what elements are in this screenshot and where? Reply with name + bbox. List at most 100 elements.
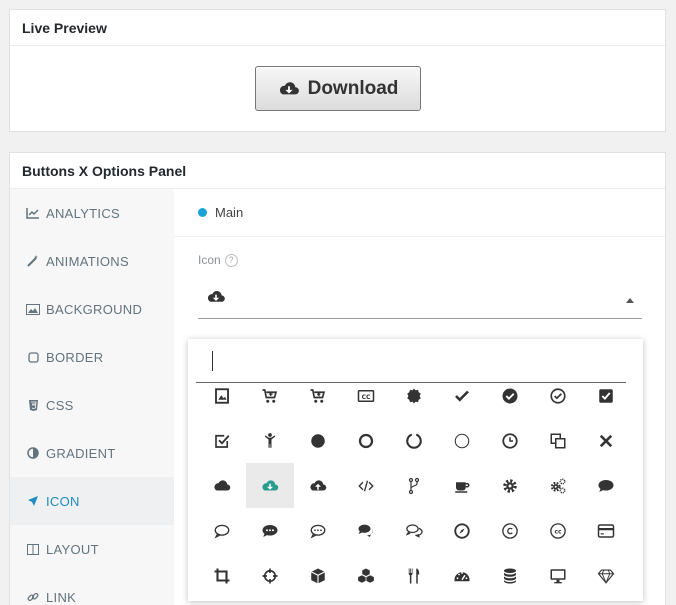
circle-thin-icon [454, 433, 470, 448]
commenting-icon [262, 524, 278, 537]
sidebar-item-layout[interactable]: LAYOUT [10, 525, 174, 573]
circle-outline-icon [358, 433, 374, 448]
icon-option[interactable]: cc [534, 508, 582, 553]
chart-icon [26, 206, 40, 220]
cart-arrow-icon [310, 388, 326, 403]
icon-option[interactable] [390, 463, 438, 508]
icon-option[interactable] [294, 508, 342, 553]
certificate-icon [407, 388, 421, 403]
circle-notch-icon [406, 433, 422, 449]
creative-commons-icon: cc [550, 522, 566, 539]
icon-option[interactable]: CC [342, 373, 390, 418]
icon-option[interactable] [198, 553, 246, 598]
sidebar-item-border[interactable]: BORDER [10, 333, 174, 381]
icon-option[interactable] [582, 553, 630, 598]
check-square-outline-icon [215, 434, 230, 448]
sidebar-item-background[interactable]: BACKGROUND [10, 285, 174, 333]
icon-option[interactable] [246, 553, 294, 598]
icon-option[interactable] [582, 508, 630, 553]
icon-option[interactable] [486, 418, 534, 463]
diamond-icon [597, 568, 615, 584]
sidebar-item-icon[interactable]: ICON [10, 477, 174, 525]
icon-option[interactable] [438, 463, 486, 508]
icon-option[interactable] [582, 373, 630, 418]
icon-option[interactable] [198, 508, 246, 553]
icon-option[interactable] [342, 463, 390, 508]
cloud-download-icon [279, 81, 299, 94]
icon-option[interactable] [486, 373, 534, 418]
icon-option[interactable] [582, 418, 630, 463]
icon-select[interactable] [198, 279, 642, 319]
icon-option[interactable] [390, 418, 438, 463]
icon-option[interactable] [198, 373, 246, 418]
sidebar-item-css[interactable]: CSS [10, 381, 174, 429]
cutlery-icon [408, 568, 420, 583]
icon-option[interactable] [390, 508, 438, 553]
cube-icon [310, 568, 326, 583]
panel-title: Live Preview [10, 10, 665, 46]
sidebar-item-label: ICON [46, 493, 80, 509]
icon-option[interactable] [294, 463, 342, 508]
caret-up-icon [626, 298, 634, 303]
tab-main[interactable]: Main [174, 189, 665, 237]
icon-option[interactable] [246, 418, 294, 463]
icon-option[interactable] [390, 373, 438, 418]
check-square-icon [599, 388, 613, 403]
svg-text:CC: CC [362, 394, 371, 401]
live-preview-panel: Live Preview Download [9, 9, 666, 132]
icon-option[interactable] [486, 508, 534, 553]
icon-option[interactable] [342, 508, 390, 553]
rocket-icon [26, 494, 40, 508]
icon-option[interactable] [438, 553, 486, 598]
sidebar-item-label: ANIMATIONS [46, 253, 129, 269]
icon-option[interactable] [534, 418, 582, 463]
sidebar-item-label: LINK [46, 589, 77, 605]
check-circle-icon [502, 388, 518, 403]
sidebar-item-animations[interactable]: ANIMATIONS [10, 237, 174, 285]
sidebar-item-gradient[interactable]: GRADIENT [10, 429, 174, 477]
icon-option[interactable] [438, 418, 486, 463]
sidebar-item-link[interactable]: LINK [10, 573, 174, 605]
sidebar-item-label: LAYOUT [46, 541, 99, 557]
check-icon [455, 390, 469, 402]
image-frame-icon [215, 387, 229, 404]
icon-option[interactable] [294, 553, 342, 598]
icon-option[interactable] [582, 463, 630, 508]
icon-option[interactable] [486, 463, 534, 508]
icon-option[interactable] [534, 373, 582, 418]
icon-option[interactable] [486, 553, 534, 598]
icon-option[interactable] [390, 553, 438, 598]
comments-outline-icon [405, 523, 423, 538]
icon-option[interactable] [294, 418, 342, 463]
icon-option[interactable] [342, 553, 390, 598]
svg-text:cc: cc [554, 528, 562, 535]
icon-option[interactable] [198, 463, 246, 508]
magic-wand-icon [26, 254, 40, 268]
icon-option[interactable] [246, 463, 294, 508]
icon-option[interactable] [534, 553, 582, 598]
child-icon [264, 432, 276, 448]
credit-card-icon [597, 523, 615, 538]
icon-option[interactable] [438, 373, 486, 418]
icon-option[interactable] [438, 508, 486, 553]
square-icon [26, 350, 40, 364]
coffee-icon [455, 481, 470, 493]
icon-option[interactable] [534, 463, 582, 508]
download-button[interactable]: Download [255, 66, 421, 111]
icon-option[interactable] [246, 373, 294, 418]
icon-option[interactable] [342, 418, 390, 463]
icon-option[interactable] [294, 373, 342, 418]
link-icon [26, 590, 40, 604]
dashboard-icon [454, 571, 470, 581]
comment-icon [598, 479, 614, 492]
icon-option[interactable] [198, 418, 246, 463]
copyright-icon [502, 522, 518, 539]
help-icon[interactable]: ? [224, 253, 238, 267]
text-cursor [212, 351, 213, 371]
sidebar-item-analytics[interactable]: ANALYTICS [10, 189, 174, 237]
icon-option[interactable] [246, 508, 294, 553]
sidebar-item-label: ANALYTICS [46, 205, 120, 221]
code-fork-icon [408, 477, 420, 494]
compass-icon [454, 522, 470, 539]
code-icon [358, 480, 374, 491]
